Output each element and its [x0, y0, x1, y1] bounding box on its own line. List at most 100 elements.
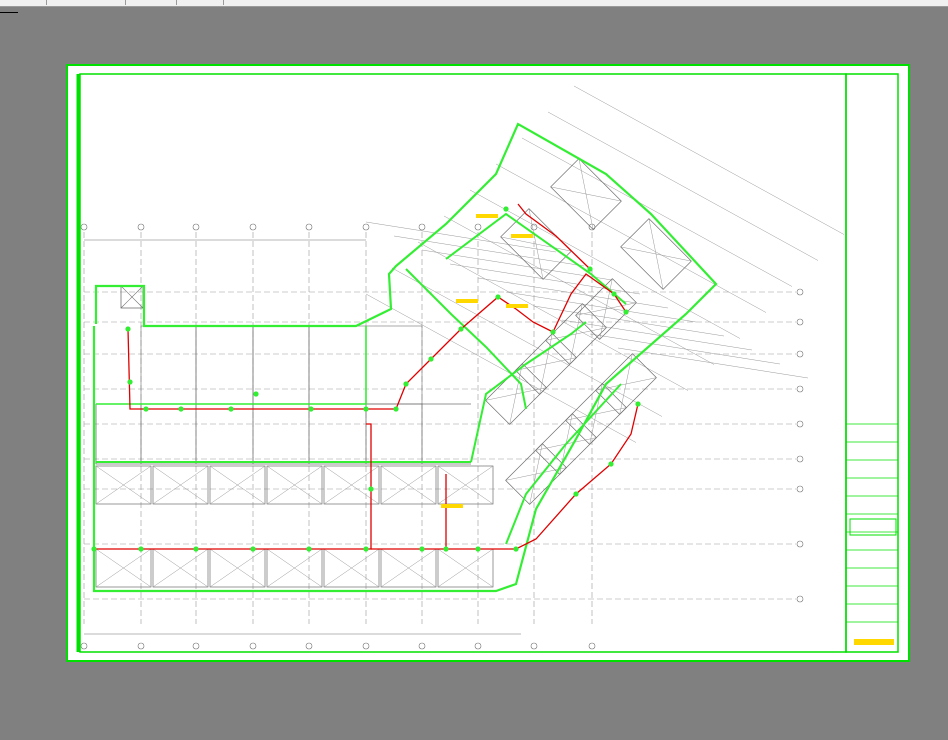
- tag-marker-2: [456, 299, 478, 303]
- fixture-node-19: [193, 546, 199, 552]
- tag-marker-1: [506, 304, 528, 308]
- fixture-node-9: [403, 381, 409, 387]
- fixture-node-24: [475, 546, 481, 552]
- title-stamp: [854, 639, 894, 645]
- toolbar-strip: [0, 0, 948, 7]
- axis-bubble-right-7: [796, 540, 804, 548]
- fixture-node-8: [393, 406, 399, 412]
- tab-4[interactable]: [177, 0, 224, 5]
- axis-bubble-right-6: [796, 485, 804, 493]
- sheet-border: [66, 64, 910, 662]
- axis-grid: [80, 85, 845, 650]
- cursor-mark: [0, 12, 18, 13]
- return-pipe-wing: [371, 403, 639, 550]
- fixture-node-25: [513, 546, 519, 552]
- fixture-node-0: [125, 326, 131, 332]
- fixture-node-18: [138, 546, 144, 552]
- wing-grid-b-5: [495, 163, 767, 313]
- wing-grid-a-4: [477, 277, 669, 309]
- axis-bubble-bottom-5: [362, 642, 370, 650]
- wing-north-wall: [445, 212, 627, 305]
- wing-grid-b-6: [521, 137, 793, 287]
- building-outline: [92, 122, 718, 593]
- tag-marker-4: [441, 504, 463, 508]
- title-block: [846, 423, 898, 645]
- wing-grid-b-1: [391, 267, 663, 417]
- axis-bubble-right-2: [796, 350, 804, 358]
- fixture-node-27: [608, 461, 614, 467]
- office-room-3: [308, 325, 367, 405]
- wing-grid-b-2: [417, 241, 689, 391]
- floor-plan-drawing[interactable]: [66, 64, 910, 662]
- outer-wall: [92, 122, 718, 593]
- angled-bay-7: [595, 353, 657, 415]
- return-pipe-south: [94, 423, 372, 550]
- wing-grid-b-4: [469, 189, 741, 339]
- axis-bubble-bottom-7: [474, 642, 482, 650]
- room-partitions: [95, 158, 692, 588]
- axis-bubble-top-1: [137, 223, 145, 231]
- axis-bubble-bottom-3: [249, 642, 257, 650]
- axis-bubble-top-6: [418, 223, 426, 231]
- wing-grid-a-9: [617, 347, 809, 379]
- axis-bubble-top-7: [474, 223, 482, 231]
- angled-bay-4: [505, 443, 567, 505]
- title-strip-frame: [845, 73, 899, 653]
- fixture-node-4: [228, 406, 234, 412]
- axis-bubble-bottom-8: [530, 642, 538, 650]
- tag-marker-0: [476, 214, 498, 218]
- fixture-node-2: [143, 406, 149, 412]
- title-logo-box: [849, 518, 897, 536]
- axis-bubble-bottom-0: [80, 642, 88, 650]
- axis-bubble-top-2: [192, 223, 200, 231]
- axis-bubble-top-5: [362, 223, 370, 231]
- supply-pipe-wing: [552, 273, 627, 333]
- axis-bubble-bottom-1: [137, 642, 145, 650]
- office-room-4: [365, 325, 423, 405]
- tag-marker-3: [511, 234, 533, 238]
- axis-bubble-bottom-2: [192, 642, 200, 650]
- axis-bubble-top-3: [249, 223, 257, 231]
- fixture-node-5: [253, 391, 259, 397]
- fixture-node-10: [428, 356, 434, 362]
- fixture-node-29: [443, 546, 449, 552]
- axis-bubble-right-5: [796, 455, 804, 463]
- angled-room-mid: [500, 208, 572, 280]
- tab-3[interactable]: [126, 0, 177, 5]
- fixture-node-6: [308, 406, 314, 412]
- wing-grid-b-7: [547, 111, 819, 261]
- axis-bubble-top-0: [80, 223, 88, 231]
- fixture-node-23: [419, 546, 425, 552]
- fixture-node-22: [363, 546, 369, 552]
- tab-2[interactable]: [47, 0, 126, 5]
- fixture-node-11: [458, 326, 464, 332]
- fixture-node-20: [250, 546, 256, 552]
- fixture-node-17: [91, 546, 97, 552]
- fixture-node-16: [623, 309, 629, 315]
- fixture-node-31: [503, 206, 509, 212]
- axis-bubble-bottom-4: [305, 642, 313, 650]
- axis-bubble-right-8: [796, 595, 804, 603]
- axis-bubble-right-1: [796, 318, 804, 326]
- fixture-node-28: [635, 401, 641, 407]
- axis-bubble-right-4: [796, 420, 804, 428]
- wing-grid-a-7: [561, 319, 753, 351]
- drawing-sheet[interactable]: [66, 64, 910, 662]
- office-room-0: [140, 325, 197, 405]
- fixture-node-1: [127, 379, 133, 385]
- wing-grid-a-5: [505, 291, 697, 323]
- axis-bubble-bottom-6: [418, 642, 426, 650]
- fixture-node-3: [178, 406, 184, 412]
- wing-inner-wall: [405, 268, 527, 410]
- fixture-node-14: [587, 266, 593, 272]
- fixture-node-7: [363, 406, 369, 412]
- fixture-node-21: [306, 546, 312, 552]
- tab-1[interactable]: [0, 0, 47, 5]
- office-room-2: [252, 325, 310, 405]
- office-room-1: [195, 325, 254, 405]
- fixture-node-30: [368, 486, 374, 492]
- wing-south-wall: [505, 383, 622, 545]
- inner-block-wall: [96, 326, 367, 405]
- axis-bubble-top-4: [305, 223, 313, 231]
- drawing-area-frame: [79, 73, 847, 653]
